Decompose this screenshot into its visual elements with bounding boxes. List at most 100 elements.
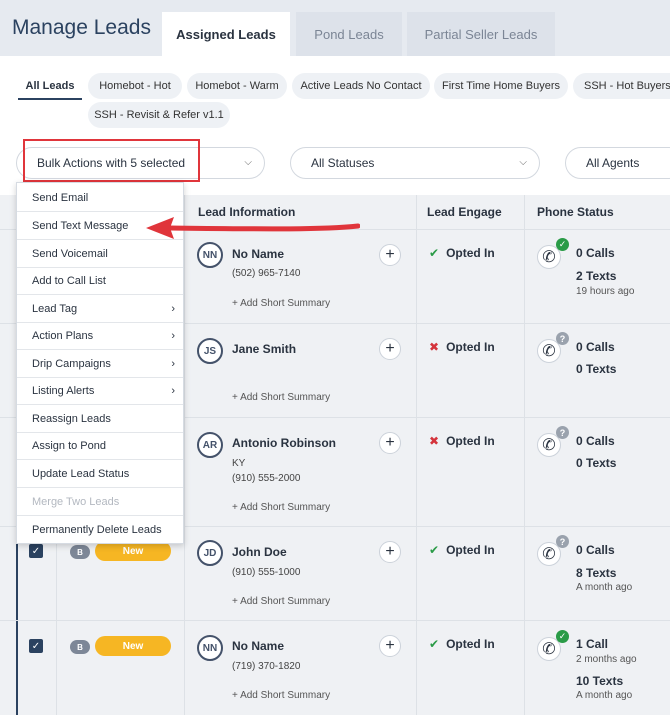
menu-item-assign-to-pond[interactable]: Assign to Pond [17, 433, 183, 460]
lead-engage-label: Opted In [446, 543, 495, 557]
chip-active-underline [18, 98, 82, 100]
lead-phone: (910) 555-1000 [232, 567, 301, 578]
check-icon: ✔ [429, 543, 440, 557]
menu-item-action-plans[interactable]: Action Plans › [17, 323, 183, 350]
lead-location: KY [232, 458, 246, 469]
question-badge-icon: ? [556, 535, 569, 548]
chip-active-leads-no-contact[interactable]: Active Leads No Contact [292, 73, 430, 99]
add-icon[interactable]: + [379, 432, 401, 454]
text-count: 10 Texts [576, 674, 624, 688]
row-checkbox[interactable]: ✓ [29, 639, 43, 653]
menu-item-merge-two-leads: Merge Two Leads [17, 489, 183, 516]
menu-item-permanently-delete-leads[interactable]: Permanently Delete Leads [17, 516, 183, 543]
lead-phone: (910) 555-2000 [232, 473, 301, 484]
tab-pond-leads[interactable]: Pond Leads [296, 12, 402, 56]
text-count: 8 Texts [576, 566, 617, 580]
chip-ssh-revisit-refer[interactable]: SSH - Revisit & Refer v1.1 [88, 102, 230, 128]
chip-homebot-warm[interactable]: Homebot - Warm [187, 73, 287, 99]
check-icon: ✔ [429, 246, 440, 260]
agent-filter-dropdown[interactable]: All Agents [565, 147, 670, 179]
chevron-right-icon: › [171, 385, 175, 397]
chevron-right-icon: › [171, 358, 175, 370]
status-filter-dropdown[interactable]: All Statuses ⌵ [290, 147, 540, 179]
menu-item-label: Action Plans [32, 330, 94, 342]
lead-tag-badge: B [70, 545, 90, 559]
lead-engage-label: Opted In [446, 340, 495, 354]
agent-filter-label: All Agents [586, 156, 640, 170]
chevron-down-icon: ⌵ [519, 157, 527, 168]
check-badge-icon: ✓ [556, 630, 569, 643]
lead-name[interactable]: No Name [232, 247, 284, 261]
check-icon: ✔ [429, 637, 440, 651]
page-title: Manage Leads [12, 16, 151, 39]
lead-name[interactable]: John Doe [232, 545, 287, 559]
lead-name[interactable]: Antonio Robinson [232, 436, 336, 450]
menu-item-label: Send Email [32, 192, 89, 204]
chip-first-time-home-buyers[interactable]: First Time Home Buyers [434, 73, 568, 99]
lead-engage-status: ✖ Opted In [429, 434, 495, 448]
status-filter-label: All Statuses [311, 156, 375, 170]
menu-item-label: Assign to Pond [32, 440, 106, 452]
menu-item-label: Update Lead Status [32, 468, 130, 480]
call-count: 1 Call [576, 637, 609, 651]
chip-homebot-hot[interactable]: Homebot - Hot [88, 73, 182, 99]
menu-item-listing-alerts[interactable]: Listing Alerts › [17, 378, 183, 405]
question-badge-icon: ? [556, 332, 569, 345]
lead-engage-status: ✔ Opted In [429, 637, 495, 651]
add-summary-link[interactable]: + Add Short Summary [232, 502, 330, 513]
add-summary-link[interactable]: + Add Short Summary [232, 690, 330, 701]
column-divider [524, 195, 525, 715]
add-icon[interactable]: + [379, 635, 401, 657]
lead-engage-label: Opted In [446, 637, 495, 651]
avatar: JS [197, 338, 223, 364]
menu-item-lead-tag[interactable]: Lead Tag › [17, 296, 183, 323]
menu-item-send-voicemail[interactable]: Send Voicemail [17, 241, 183, 268]
texts-timestamp: A month ago [576, 690, 633, 701]
column-divider [184, 195, 185, 715]
lead-engage-status: ✔ Opted In [429, 543, 495, 557]
add-summary-link[interactable]: + Add Short Summary [232, 392, 330, 403]
text-count: 0 Texts [576, 456, 617, 470]
call-count: 0 Calls [576, 543, 615, 557]
menu-item-add-to-call-list[interactable]: Add to Call List [17, 268, 183, 295]
add-icon[interactable]: + [379, 541, 401, 563]
add-icon[interactable]: + [379, 338, 401, 360]
menu-item-drip-campaigns[interactable]: Drip Campaigns › [17, 351, 183, 378]
menu-item-reassign-leads[interactable]: Reassign Leads [17, 406, 183, 433]
chevron-right-icon: › [171, 303, 175, 315]
question-badge-icon: ? [556, 426, 569, 439]
lead-name[interactable]: No Name [232, 639, 284, 653]
lead-engage-label: Opted In [446, 246, 495, 260]
chip-all-leads[interactable]: All Leads [18, 73, 82, 99]
text-count: 0 Texts [576, 362, 617, 376]
menu-item-label: Drip Campaigns [32, 358, 111, 370]
chip-ssh-hot-buyers[interactable]: SSH - Hot Buyers N [573, 73, 670, 99]
menu-item-label: Send Text Message [32, 220, 129, 232]
lead-name[interactable]: Jane Smith [232, 342, 296, 356]
texts-timestamp: 19 hours ago [576, 286, 635, 297]
tab-assigned-leads[interactable]: Assigned Leads [162, 12, 290, 56]
avatar: AR [197, 432, 223, 458]
calls-timestamp: 2 months ago [576, 654, 637, 665]
add-summary-link[interactable]: + Add Short Summary [232, 298, 330, 309]
lead-engage-status: ✔ Opted In [429, 246, 495, 260]
menu-item-send-email[interactable]: Send Email [17, 185, 183, 212]
tab-partial-seller-leads[interactable]: Partial Seller Leads [407, 12, 555, 56]
column-divider [416, 195, 417, 715]
menu-item-label: Listing Alerts [32, 385, 95, 397]
chevron-right-icon: › [171, 330, 175, 342]
menu-item-update-lead-status[interactable]: Update Lead Status [17, 461, 183, 488]
lead-engage-label: Opted In [446, 434, 495, 448]
annotation-arrow-icon [146, 217, 360, 239]
check-badge-icon: ✓ [556, 238, 569, 251]
menu-item-label: Send Voicemail [32, 248, 108, 260]
add-summary-link[interactable]: + Add Short Summary [232, 596, 330, 607]
status-badge[interactable]: New [95, 541, 171, 561]
call-count: 0 Calls [576, 246, 615, 260]
lead-engage-status: ✖ Opted In [429, 340, 495, 354]
add-icon[interactable]: + [379, 244, 401, 266]
x-icon: ✖ [429, 340, 440, 354]
status-badge[interactable]: New [95, 636, 171, 656]
row-checkbox[interactable]: ✓ [29, 544, 43, 558]
avatar: NN [197, 635, 223, 661]
